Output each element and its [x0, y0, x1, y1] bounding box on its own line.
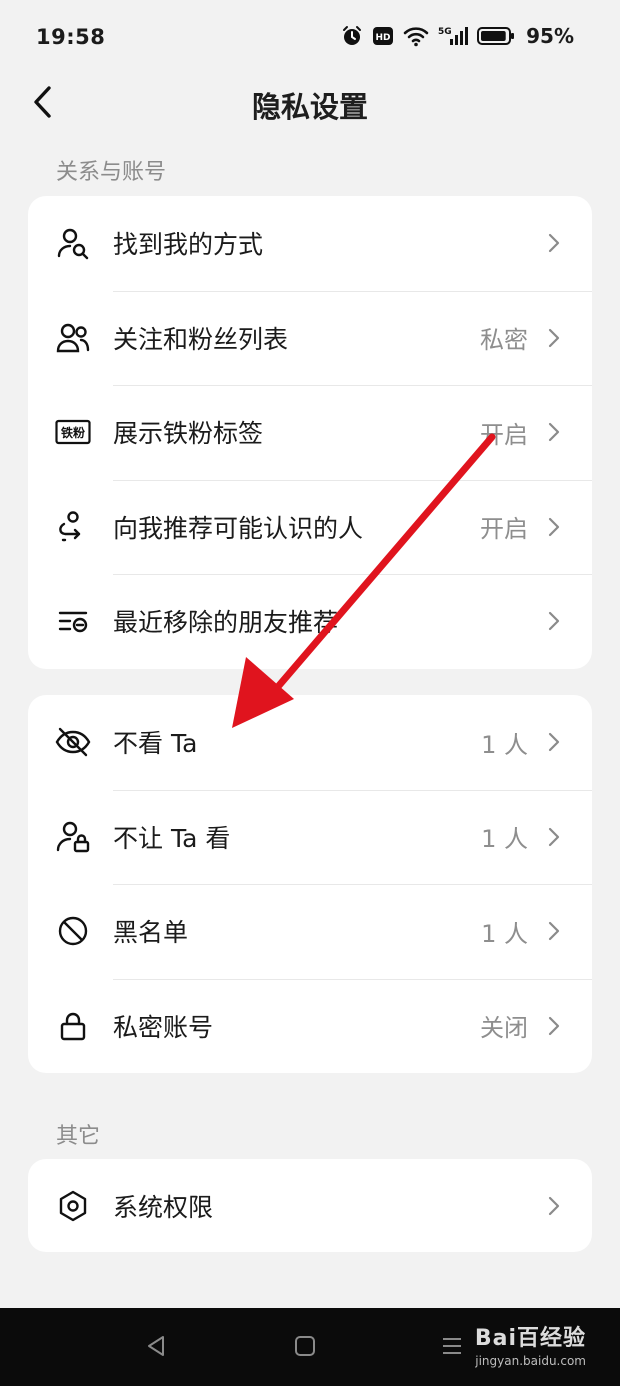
setting-row-follow-list[interactable]: 关注和粉丝列表 私密	[28, 290, 592, 386]
nav-menu-icon[interactable]	[440, 1334, 464, 1358]
chevron-right-icon	[548, 1016, 560, 1035]
section-label-relations: 关系与账号	[56, 160, 167, 185]
setting-value: 私密	[480, 326, 528, 355]
setting-row-system-permissions[interactable]: 系统权限	[28, 1159, 592, 1252]
setting-label: 黑名单	[113, 918, 189, 948]
wifi-icon	[403, 25, 429, 47]
chevron-right-icon	[548, 423, 560, 442]
nav-back-icon[interactable]	[144, 1334, 168, 1358]
svg-text:HD: HD	[376, 33, 391, 43]
watermark-sub: jingyan.baidu.com	[475, 1354, 586, 1368]
setting-label: 向我推荐可能认识的人	[113, 513, 364, 543]
chevron-right-icon	[548, 827, 560, 846]
watermark-main: Bai百经验	[474, 1326, 586, 1351]
person-lock-icon	[55, 819, 91, 855]
system-nav-bar: Bai百经验 jingyan.baidu.com	[0, 1308, 620, 1386]
chevron-right-icon	[548, 733, 560, 752]
setting-value: 开启	[480, 420, 528, 449]
status-bar: 19:58 HD 5G 95%	[0, 0, 620, 76]
nav-bar: 隐私设置	[0, 76, 620, 132]
card-other: 系统权限	[28, 1159, 592, 1252]
status-icons: HD 5G 95%	[341, 24, 574, 48]
list-removed-icon	[55, 603, 91, 639]
setting-value: 1 人	[481, 825, 528, 854]
alarm-icon	[341, 25, 363, 47]
chevron-right-icon	[548, 612, 560, 631]
hexagon-settings-icon	[55, 1188, 91, 1224]
fan-badge-text: 铁粉	[61, 425, 85, 440]
setting-label: 展示铁粉标签	[113, 419, 264, 449]
setting-row-hide-from[interactable]: 不让 Ta 看 1 人	[28, 789, 592, 885]
setting-row-recommend-people[interactable]: 向我推荐可能认识的人 开启	[28, 479, 592, 575]
card-relations: 找到我的方式 关注和粉丝列表 私密 铁粉 展示铁粉标签 开启 向我推荐可能认识的…	[28, 196, 592, 669]
eye-off-icon	[55, 724, 91, 760]
battery-icon	[477, 26, 515, 46]
setting-value: 开启	[480, 515, 528, 544]
setting-label: 私密账号	[113, 1012, 214, 1042]
people-icon	[55, 320, 91, 356]
setting-label: 不让 Ta 看	[113, 823, 231, 853]
setting-row-dont-see[interactable]: 不看 Ta 1 人	[28, 695, 592, 790]
section-label-other: 其它	[56, 1124, 101, 1149]
setting-value: 1 人	[481, 730, 528, 759]
setting-label: 不看 Ta	[113, 729, 198, 759]
setting-label: 系统权限	[113, 1192, 214, 1222]
network-type-label: 5G	[438, 27, 452, 37]
setting-value: 关闭	[480, 1014, 528, 1043]
chevron-right-icon	[548, 328, 560, 347]
setting-row-private-account[interactable]: 私密账号 关闭	[28, 978, 592, 1074]
card-visibility: 不看 Ta 1 人 不让 Ta 看 1 人 黑名单 1 人 私密账号 关闭	[28, 695, 592, 1073]
fan-badge-icon: 铁粉	[55, 414, 91, 450]
route-recommend-icon	[55, 509, 91, 545]
setting-row-fan-badge[interactable]: 铁粉 展示铁粉标签 开启	[28, 385, 592, 480]
status-time: 19:58	[36, 25, 106, 49]
page-title: 隐私设置	[251, 90, 368, 124]
setting-row-find-me[interactable]: 找到我的方式	[28, 196, 592, 291]
hd-icon: HD	[372, 26, 394, 46]
chevron-right-icon	[548, 517, 560, 536]
nav-home-icon[interactable]	[293, 1334, 317, 1358]
person-search-icon	[55, 225, 91, 261]
setting-label: 找到我的方式	[113, 230, 264, 260]
cellular-signal-icon: 5G	[438, 25, 469, 47]
setting-label: 关注和粉丝列表	[113, 324, 289, 354]
setting-value: 1 人	[481, 919, 528, 948]
setting-label: 最近移除的朋友推荐	[113, 608, 339, 638]
setting-row-removed-recommendations[interactable]: 最近移除的朋友推荐	[28, 574, 592, 669]
chevron-right-icon	[548, 922, 560, 941]
block-icon	[55, 913, 91, 949]
watermark: Bai百经验 jingyan.baidu.com	[475, 1320, 586, 1368]
setting-row-blacklist[interactable]: 黑名单 1 人	[28, 884, 592, 979]
lock-icon	[55, 1008, 91, 1044]
battery-percent: 95%	[526, 24, 574, 48]
chevron-right-icon	[548, 234, 560, 253]
chevron-right-icon	[548, 1196, 560, 1215]
